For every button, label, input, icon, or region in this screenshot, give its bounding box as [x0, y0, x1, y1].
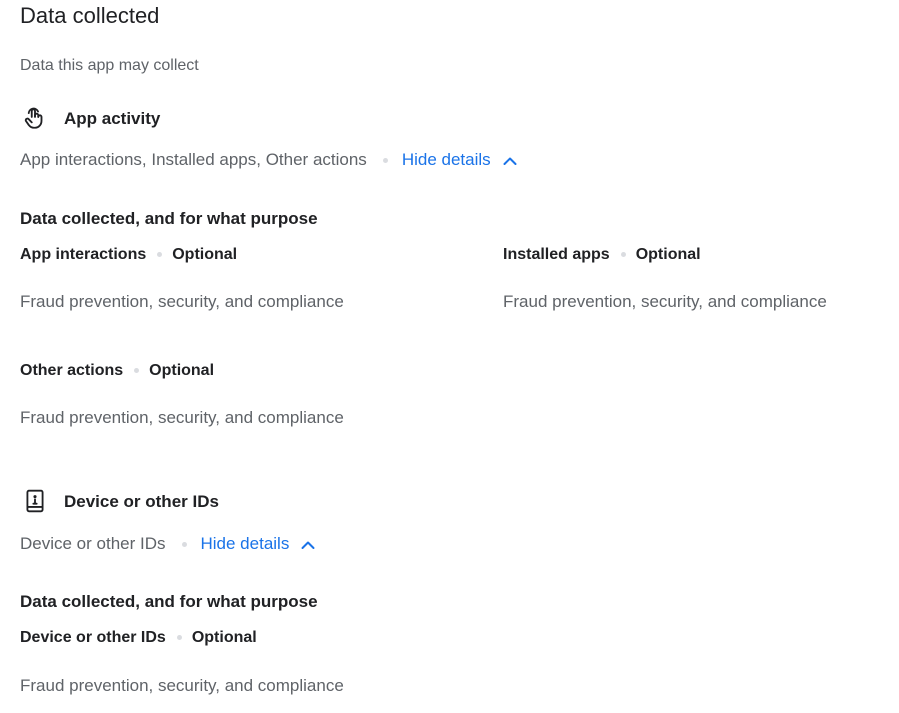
- chevron-up-icon[interactable]: [503, 156, 517, 166]
- separator-dot: [134, 368, 140, 374]
- data-item-status: Optional: [172, 246, 238, 263]
- data-item-name: Device or other IDs: [20, 629, 166, 646]
- hide-details-link[interactable]: Hide details: [201, 534, 290, 553]
- page-title: Data collected: [20, 3, 160, 28]
- device-id-icon: [22, 488, 48, 514]
- section-heading: Data collected, and for what purpose: [20, 592, 318, 611]
- data-item-purpose: Fraud prevention, security, and complian…: [503, 292, 827, 311]
- data-item-header: App interactions Optional: [20, 246, 237, 264]
- separator-dot: [620, 252, 626, 258]
- category-title: Device or other IDs: [64, 492, 219, 511]
- data-item-purpose: Fraud prevention, security, and complian…: [20, 292, 344, 311]
- data-item-purpose: Fraud prevention, security, and complian…: [20, 408, 344, 427]
- category-summary-row: Device or other IDs Hide details: [20, 534, 315, 554]
- data-item-name: App interactions: [20, 246, 147, 263]
- chevron-up-icon[interactable]: [301, 540, 315, 550]
- data-item-header: Installed apps Optional: [503, 246, 701, 264]
- hide-details-link[interactable]: Hide details: [402, 150, 491, 169]
- section-heading: Data collected, and for what purpose: [20, 209, 318, 228]
- data-item-name: Other actions: [20, 362, 124, 379]
- data-item-header: Device or other IDs Optional: [20, 629, 257, 647]
- category-title: App activity: [64, 109, 161, 128]
- data-item-header: Other actions Optional: [20, 362, 214, 380]
- data-item-name: Installed apps: [503, 246, 610, 263]
- data-item-purpose: Fraud prevention, security, and complian…: [20, 676, 344, 695]
- separator-dot: [176, 635, 182, 641]
- separator-dot: [157, 252, 163, 258]
- category-summary-row: App interactions, Installed apps, Other …: [20, 150, 517, 170]
- touch-hand-icon: [22, 105, 48, 131]
- separator-dot: [382, 158, 388, 164]
- page-subtitle: Data this app may collect: [20, 57, 199, 74]
- category-summary: App interactions, Installed apps, Other …: [20, 150, 367, 169]
- separator-dot: [181, 542, 187, 548]
- data-item-status: Optional: [149, 362, 215, 379]
- data-item-status: Optional: [191, 629, 257, 646]
- category-summary: Device or other IDs: [20, 534, 166, 553]
- data-item-status: Optional: [635, 246, 701, 263]
